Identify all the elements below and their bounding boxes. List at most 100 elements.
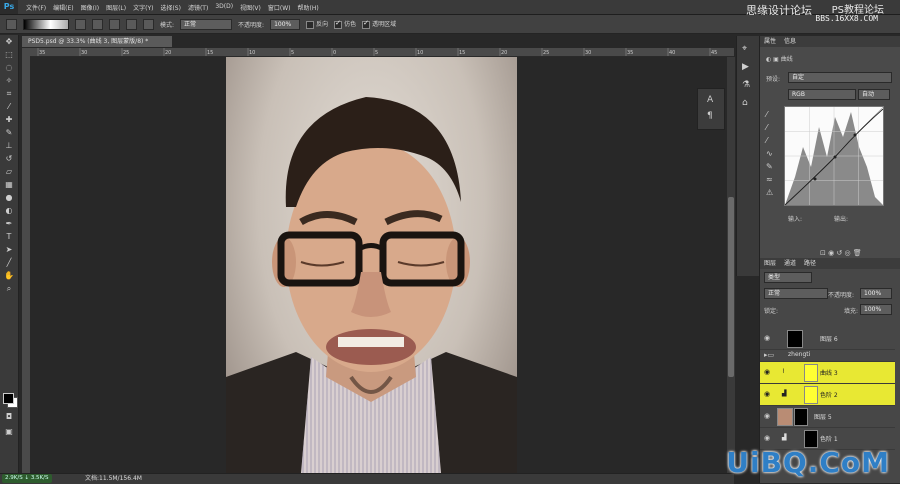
sample-eyedropper-icon[interactable]: ⁄ (766, 108, 773, 121)
smooth-icon[interactable]: ≈ (766, 173, 773, 186)
menu-layer[interactable]: 图层(L) (106, 3, 126, 12)
actions-play-icon[interactable]: ▶ (742, 62, 754, 72)
ruler-tick-label: 30 (81, 50, 87, 56)
folder-icon: ▸▭ (764, 351, 775, 359)
quick-select-tool-icon[interactable]: ✧ (2, 75, 16, 87)
move-tool-icon[interactable]: ✥ (2, 36, 16, 48)
menu-image[interactable]: 图像(I) (81, 3, 99, 12)
ruler-tick-label: 45 (711, 50, 717, 56)
tab-layers[interactable]: 图层 (764, 258, 776, 269)
visibility-eye-icon[interactable]: ◉ (764, 434, 772, 442)
menu-help[interactable]: 帮助(H) (298, 3, 319, 12)
fill-input[interactable]: 100% (860, 304, 892, 315)
properties-footer-icons[interactable]: ⊡ ◉ ↺ ◎ 🗑 (820, 249, 862, 257)
document-tab[interactable]: PSD5.psd @ 33.3% (曲线 3, 图层蒙版/8) * (22, 36, 172, 47)
menu-file[interactable]: 文件(F) (26, 3, 46, 12)
layer-opacity-input[interactable]: 100% (860, 288, 892, 299)
tab-info[interactable]: 信息 (784, 36, 796, 47)
type-tool-icon[interactable]: T (2, 231, 16, 243)
gradient-tool-icon[interactable]: ▦ (2, 179, 16, 191)
menu-view[interactable]: 视图(V) (240, 3, 261, 12)
clone-source-icon[interactable]: ⌂ (742, 98, 754, 108)
foreground-color-swatch[interactable] (3, 393, 14, 404)
ruler-tick-label: 20 (165, 50, 171, 56)
layer-row-layer6[interactable]: ◉ 图层 6 (760, 328, 895, 350)
eraser-tool-icon[interactable]: ▱ (2, 166, 16, 178)
zoom-tool-icon[interactable]: ⌕ (2, 283, 16, 295)
radial-gradient-button[interactable] (92, 18, 103, 30)
document-photo[interactable] (226, 57, 517, 473)
visibility-eye-icon[interactable]: ◉ (764, 334, 772, 342)
tab-paths[interactable]: 路径 (804, 258, 816, 269)
portrait-illustration (226, 97, 517, 473)
reverse-checkbox[interactable]: 反向 (306, 19, 328, 29)
ruler-tick-label: 25 (123, 50, 129, 56)
paragraph-icon[interactable]: ¶ (707, 111, 713, 121)
ruler-tick-label: 25 (543, 50, 549, 56)
screen-mode-icon[interactable]: ▣ (2, 426, 16, 438)
tab-properties[interactable]: 属性 (764, 36, 776, 47)
blur-tool-icon[interactable]: ● (2, 192, 16, 204)
watermark-uibq: UiBQ.CoM (726, 446, 890, 479)
layer-thumbnail (787, 330, 803, 348)
quick-mask-icon[interactable]: ◘ (2, 411, 16, 423)
curves-graph[interactable] (784, 106, 884, 206)
menu-filter[interactable]: 滤镜(T) (188, 3, 208, 12)
ruler-tick-label: 15 (207, 50, 213, 56)
history-icon[interactable]: ⌖ (742, 44, 754, 54)
output-label: 输出: (834, 216, 849, 223)
dodge-tool-icon[interactable]: ◐ (2, 205, 16, 217)
menu-type[interactable]: 文字(Y) (133, 3, 153, 12)
menu-edit[interactable]: 编辑(E) (53, 3, 73, 12)
scrollbar-thumb[interactable] (728, 197, 734, 377)
crop-tool-icon[interactable]: ⌗ (2, 88, 16, 100)
menu-select[interactable]: 选择(S) (160, 3, 181, 12)
tab-channels[interactable]: 通道 (784, 258, 796, 269)
lasso-tool-icon[interactable]: ◌ (2, 62, 16, 74)
history-brush-tool-icon[interactable]: ↺ (2, 153, 16, 165)
gray-point-icon[interactable]: ⁄ (766, 134, 773, 147)
preset-select[interactable]: 自定 (788, 72, 892, 83)
path-select-tool-icon[interactable]: ➤ (2, 244, 16, 256)
layer-filter-select[interactable]: 类型 (764, 272, 812, 283)
opacity-input[interactable]: 100% (270, 18, 301, 30)
visibility-eye-icon[interactable]: ◉ (764, 412, 772, 420)
stamp-tool-icon[interactable]: ⊥ (2, 140, 16, 152)
layer-row-curves3[interactable]: ◉ ⌇ 曲线 3 (760, 362, 895, 384)
auto-button[interactable]: 自动 (858, 89, 890, 100)
healing-tool-icon[interactable]: ✚ (2, 114, 16, 126)
reflected-gradient-button[interactable] (126, 18, 137, 30)
black-point-icon[interactable]: ⁄ (766, 121, 773, 134)
blend-mode-select[interactable]: 正常 (764, 288, 828, 299)
visibility-eye-icon[interactable]: ◉ (764, 368, 772, 376)
gradient-swatch[interactable] (23, 18, 69, 30)
pen-tool-icon[interactable]: ✒ (2, 218, 16, 230)
channel-select[interactable]: RGB (788, 89, 856, 100)
pencil-icon[interactable]: ✎ (766, 160, 773, 173)
transparency-checkbox[interactable]: 透明区域 (362, 19, 396, 29)
dither-checkbox[interactable]: 仿色 (334, 19, 356, 29)
menu-3d[interactable]: 3D(D) (215, 3, 233, 12)
linear-gradient-button[interactable] (75, 18, 86, 30)
vertical-scrollbar[interactable] (727, 57, 735, 473)
visibility-eye-icon[interactable]: ◉ (764, 390, 772, 398)
marquee-tool-icon[interactable]: ⬚ (2, 49, 16, 61)
lock-label: 锁定: (764, 308, 779, 315)
diamond-gradient-button[interactable] (143, 18, 154, 30)
tool-preset-picker[interactable] (6, 18, 17, 30)
clipping-warning-icon[interactable]: ⚠ (766, 186, 773, 199)
eyedropper-tool-icon[interactable]: ⁄ (2, 101, 16, 113)
character-icon[interactable]: A (707, 95, 713, 105)
layer-row-layer5[interactable]: ◉ 图层 5 (760, 406, 895, 428)
layer-mask-thumbnail (794, 408, 808, 426)
hand-tool-icon[interactable]: ✋ (2, 270, 16, 282)
layer-row-group[interactable]: ▸▭ zhengti (760, 349, 895, 362)
angle-gradient-button[interactable] (109, 18, 120, 30)
mode-select[interactable]: 正常 (180, 18, 233, 30)
brush-tool-icon[interactable]: ✎ (2, 127, 16, 139)
menu-window[interactable]: 窗口(W) (268, 3, 291, 12)
layer-row-levels2[interactable]: ◉ ▟ 色阶 2 (760, 384, 895, 406)
brush-preset-icon[interactable]: ⚗ (742, 80, 754, 90)
curve-edit-icon[interactable]: ∿ (766, 147, 773, 160)
shape-tool-icon[interactable]: ╱ (2, 257, 16, 269)
